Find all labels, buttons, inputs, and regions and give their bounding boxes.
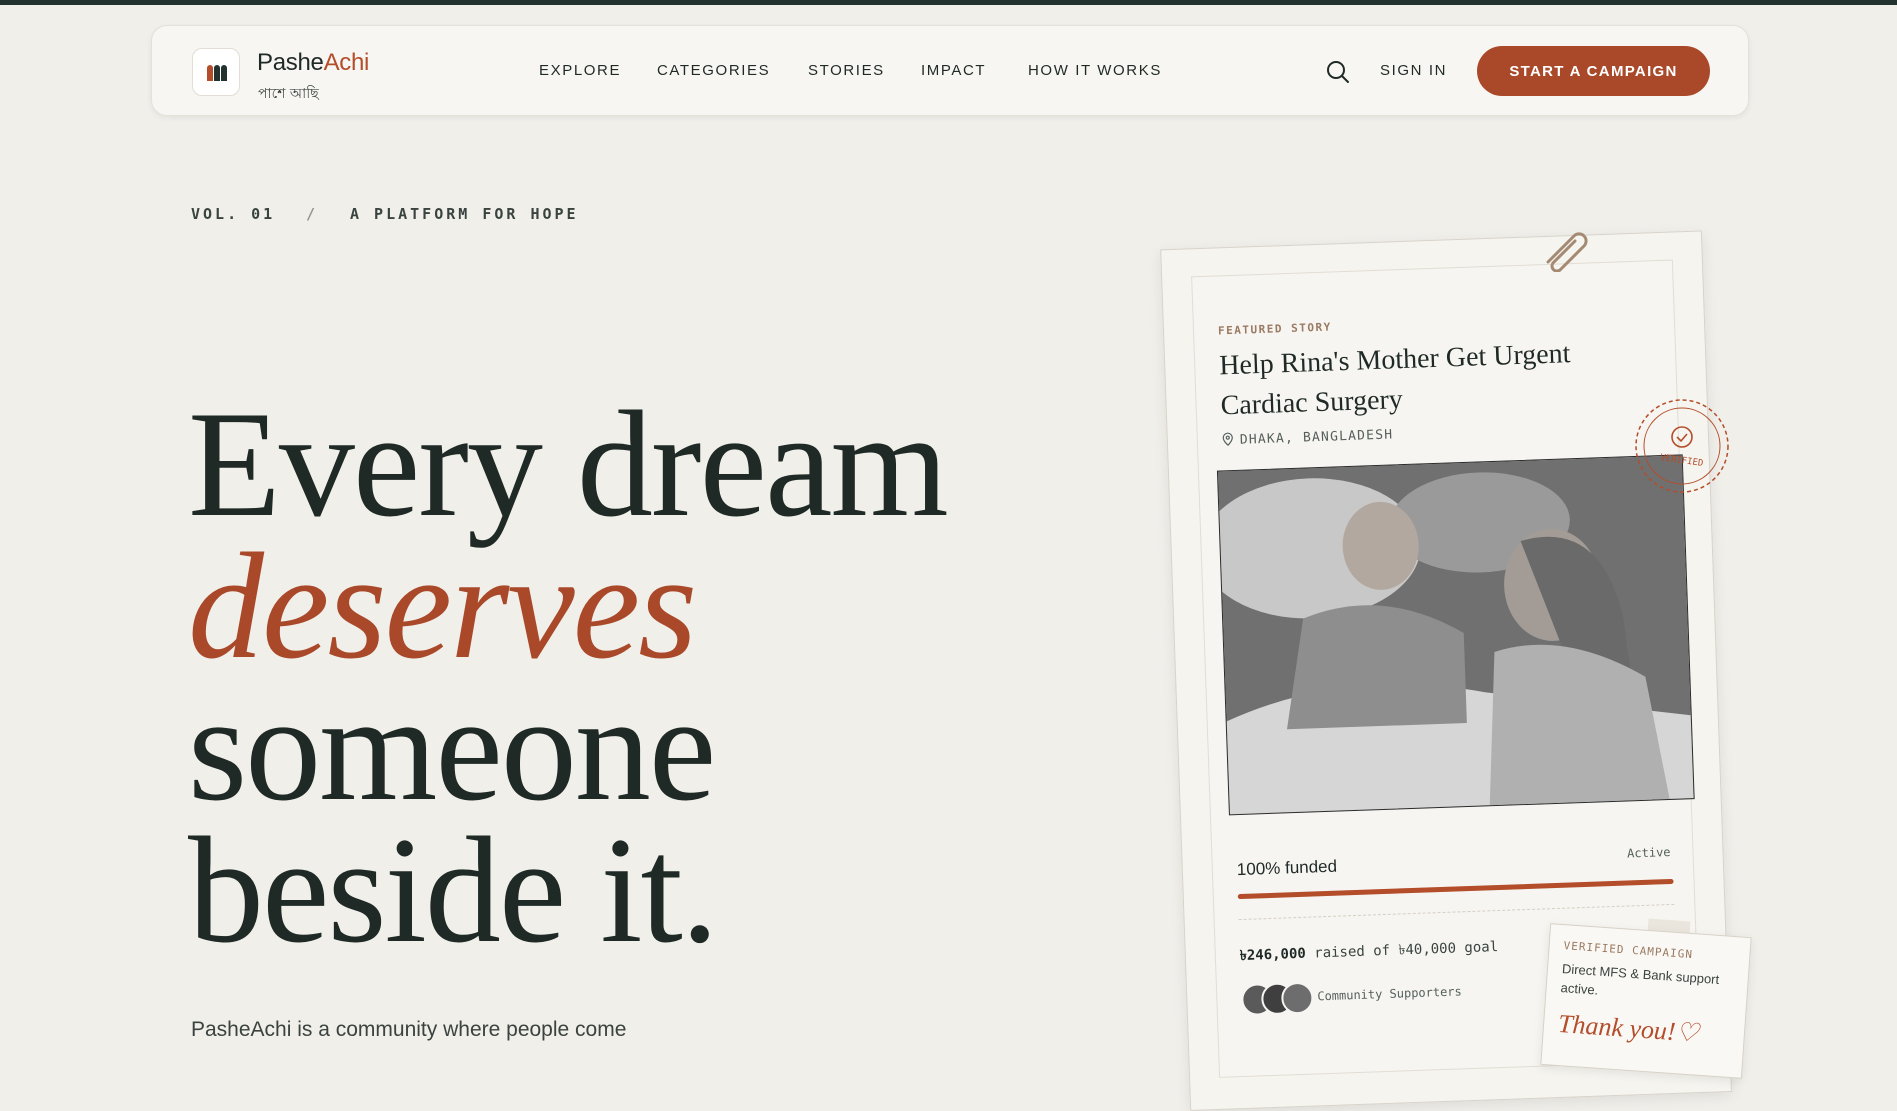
top-accent-bar bbox=[0, 0, 1897, 5]
raised-summary: ৳246,000 raised of ৳40,000 goal bbox=[1239, 939, 1499, 965]
verified-note: VERIFIED CAMPAIGN Direct MFS & Bank supp… bbox=[1540, 923, 1752, 1079]
search-icon[interactable] bbox=[1325, 59, 1351, 85]
supporters-label: Community Supporters bbox=[1317, 984, 1462, 1004]
nav-stories[interactable]: STORIES bbox=[808, 62, 885, 79]
svg-text:VERIFIED: VERIFIED bbox=[1660, 453, 1704, 469]
status-badge: Active bbox=[1626, 844, 1671, 861]
nav-impact[interactable]: IMPACT bbox=[921, 62, 986, 79]
funded-label: 100% funded bbox=[1236, 856, 1338, 880]
card-tag: FEATURED STORY bbox=[1217, 320, 1332, 338]
hero-line-3: someone bbox=[188, 664, 716, 832]
hero-line-1: Every dream bbox=[188, 380, 949, 548]
nav-how-it-works[interactable]: HOW IT WORKS bbox=[1028, 62, 1162, 79]
brand-name[interactable]: PasheAchi bbox=[257, 49, 369, 77]
nav-categories[interactable]: CATEGORIES bbox=[657, 62, 770, 79]
hero-lead: PasheAchi is a community where people co… bbox=[191, 1018, 627, 1041]
tagline: A PLATFORM FOR HOPE bbox=[350, 205, 579, 223]
card-location: DHAKA, BANGLADESH bbox=[1222, 426, 1394, 448]
progress-fill bbox=[1237, 878, 1674, 900]
logo-icon[interactable] bbox=[192, 48, 240, 96]
card-title[interactable]: Help Rina's Mother Get Urgent Cardiac Su… bbox=[1219, 332, 1642, 427]
volume-label: VOL. 01 bbox=[191, 205, 276, 223]
location-pin-icon bbox=[1222, 432, 1233, 446]
progress-bar bbox=[1237, 878, 1674, 900]
hero-line-4: beside it. bbox=[188, 806, 719, 974]
story-photo bbox=[1216, 454, 1695, 816]
start-campaign-button[interactable]: START A CAMPAIGN bbox=[1477, 46, 1710, 96]
meta-separator: / bbox=[306, 205, 319, 223]
sign-in-link[interactable]: SIGN IN bbox=[1380, 62, 1447, 79]
paperclip-icon bbox=[1546, 232, 1588, 272]
verified-stamp: VERIFIED bbox=[1635, 399, 1729, 493]
avatar bbox=[1280, 981, 1314, 1015]
brand-subtitle: পাশে আছি bbox=[258, 86, 319, 102]
navbar: PasheAchi পাশে আছি EXPLORE CATEGORIES ST… bbox=[151, 25, 1749, 116]
divider bbox=[1238, 903, 1675, 921]
hero-line-2: deserves bbox=[188, 522, 697, 690]
nav-explore[interactable]: EXPLORE bbox=[539, 62, 621, 79]
